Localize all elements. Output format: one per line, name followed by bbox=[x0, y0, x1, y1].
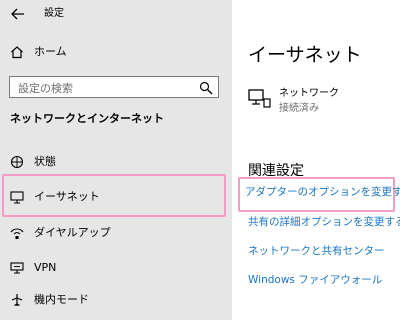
search-icon bbox=[199, 80, 213, 99]
sidebar-item-vpn[interactable]: VPN bbox=[8, 259, 56, 277]
sidebar-item-label: ダイヤルアップ bbox=[34, 226, 111, 239]
dialup-icon bbox=[8, 224, 26, 242]
network-status-text: 接続済み bbox=[279, 103, 319, 114]
adapter-options-link[interactable]: アダプターのオプションを変更する bbox=[245, 184, 400, 199]
back-button[interactable] bbox=[9, 5, 27, 23]
network-sharing-center-link[interactable]: ネットワークと共有センター bbox=[248, 243, 385, 258]
sidebar: 設定 ホーム 設定の検索 ネットワークとインターネット 状態 イーサネット ダイ… bbox=[0, 0, 232, 320]
page-title: イーサネット bbox=[248, 44, 362, 66]
vpn-icon bbox=[8, 259, 26, 277]
network-name: ネットワーク bbox=[279, 88, 339, 99]
sidebar-item-label: 機内モード bbox=[34, 293, 89, 306]
computer-network-icon bbox=[248, 89, 272, 113]
home-icon bbox=[8, 43, 26, 61]
globe-icon bbox=[8, 153, 26, 171]
main-content: イーサネット ネットワーク 接続済み 関連設定 アダプターのオプションを変更する… bbox=[232, 0, 400, 320]
sidebar-item-dialup[interactable]: ダイヤルアップ bbox=[8, 224, 111, 242]
sidebar-item-label: イーサネット bbox=[34, 190, 100, 203]
sidebar-item-status[interactable]: 状態 bbox=[8, 153, 56, 171]
sharing-options-link[interactable]: 共有の詳細オプションを変更する bbox=[248, 214, 400, 229]
sidebar-item-ethernet[interactable]: イーサネット bbox=[8, 188, 100, 206]
home-nav-item[interactable]: ホーム bbox=[8, 43, 67, 61]
windows-firewall-link[interactable]: Windows ファイアウォール bbox=[248, 272, 382, 287]
monitor-icon bbox=[8, 188, 26, 206]
sidebar-item-airplane-mode[interactable]: 機内モード bbox=[8, 291, 89, 309]
sidebar-item-label: VPN bbox=[34, 261, 57, 274]
back-arrow-icon bbox=[9, 5, 27, 23]
search-placeholder: 設定の検索 bbox=[18, 82, 73, 95]
home-label: ホーム bbox=[34, 45, 67, 58]
window-title: 設定 bbox=[44, 8, 64, 19]
sidebar-item-label: 状態 bbox=[34, 155, 56, 168]
airplane-icon bbox=[8, 291, 26, 309]
search-input[interactable]: 設定の検索 bbox=[9, 76, 219, 98]
network-status[interactable]: ネットワーク 接続済み bbox=[248, 87, 339, 116]
section-title: ネットワークとインターネット bbox=[10, 112, 164, 125]
